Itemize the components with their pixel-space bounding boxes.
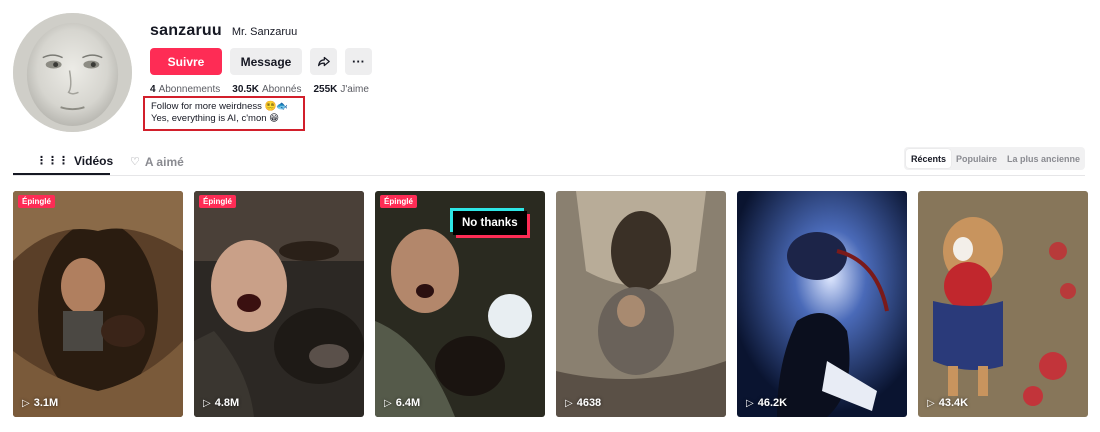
stat-value: 30.5K: [232, 84, 259, 95]
video-card[interactable]: Épinglé No thanks ▷ 6.4M: [375, 191, 545, 417]
stat-label: Abonnements: [158, 84, 221, 95]
bio-highlight-box: Follow for more weirdness 😵‍💫🐟 Yes, ever…: [143, 96, 305, 131]
view-count-value: 6.4M: [395, 397, 421, 409]
tab-label: Vidéos: [74, 153, 114, 168]
view-count: ▷ 4.8M: [203, 397, 239, 409]
video-card[interactable]: Épinglé ▷ 3.1M: [13, 191, 183, 417]
play-icon: ▷: [22, 397, 30, 409]
play-icon: ▷: [746, 397, 754, 409]
sort-segmented-control: Récents Populaire La plus ancienne: [904, 147, 1085, 170]
stat-value: 255K: [313, 84, 338, 95]
video-thumbnail: [918, 191, 1088, 417]
video-thumbnail: [737, 191, 907, 417]
view-count: ▷ 6.4M: [384, 397, 420, 409]
stat-following[interactable]: 4 Abonnements: [150, 84, 220, 95]
video-card[interactable]: ▷ 46.2K: [737, 191, 907, 417]
heart-lock-icon: ♡: [130, 156, 140, 168]
play-icon: ▷: [565, 397, 573, 409]
video-card[interactable]: ▷ 43.4K: [918, 191, 1088, 417]
view-count-value: 4638: [576, 397, 602, 409]
more-button[interactable]: ···: [345, 48, 372, 75]
video-card[interactable]: ▷ 4638: [556, 191, 726, 417]
video-thumbnail: [556, 191, 726, 417]
view-count: ▷ 3.1M: [22, 397, 58, 409]
nickname: Mr. Sanzaruu: [231, 26, 298, 38]
user-row: sanzaruu Mr. Sanzaruu: [150, 22, 297, 40]
profile-stats: 4 Abonnements 30.5K Abonnés 255K J'aime: [150, 84, 369, 95]
view-count: ▷ 43.4K: [927, 397, 968, 409]
grid-icon: ⋮⋮⋮: [36, 155, 69, 167]
bio-line: Yes, everything is AI, c'mon 😁: [151, 113, 280, 124]
pinned-badge: Épinglé: [199, 195, 236, 208]
sort-oldest[interactable]: La plus ancienne: [1002, 149, 1085, 168]
tab-liked[interactable]: ♡ A aimé: [130, 148, 184, 175]
view-count-value: 43.4K: [938, 397, 969, 409]
video-card[interactable]: Épinglé ▷ 4.8M: [194, 191, 364, 417]
stat-followers[interactable]: 30.5K Abonnés: [232, 84, 301, 95]
stat-label: Abonnés: [261, 84, 302, 95]
pinned-badge: Épinglé: [380, 195, 417, 208]
share-arrow-icon: [317, 55, 330, 68]
share-button[interactable]: [310, 48, 337, 75]
sort-popular[interactable]: Populaire: [951, 149, 1002, 168]
view-count-value: 4.8M: [214, 397, 240, 409]
play-icon: ▷: [384, 397, 392, 409]
stat-likes: 255K J'aime: [313, 84, 369, 95]
video-thumbnail: [194, 191, 364, 417]
tab-label: A aimé: [144, 154, 184, 169]
view-count: ▷ 4638: [565, 397, 601, 409]
video-thumbnail: [13, 191, 183, 417]
sort-recent[interactable]: Récents: [906, 149, 952, 168]
play-icon: ▷: [203, 397, 211, 409]
more-dots-icon: ···: [352, 54, 365, 69]
follow-button[interactable]: Suivre: [150, 48, 222, 75]
play-icon: ▷: [927, 397, 935, 409]
video-grid: Épinglé ▷ 3.1M Épinglé ▷ 4.8M Épinglé No…: [13, 191, 1088, 417]
view-count-value: 3.1M: [33, 397, 59, 409]
tab-videos[interactable]: ⋮⋮⋮ Vidéos: [13, 148, 114, 175]
username: sanzaruu: [150, 22, 222, 39]
avatar[interactable]: [13, 13, 132, 132]
profile-actions: Suivre Message ···: [150, 48, 372, 75]
video-overlay-caption: No thanks: [453, 211, 527, 235]
pinned-badge: Épinglé: [18, 195, 55, 208]
stat-value: 4: [150, 84, 156, 95]
bio-line: Follow for more weirdness 😵‍💫🐟: [151, 101, 289, 112]
view-count: ▷ 46.2K: [746, 397, 787, 409]
view-count-value: 46.2K: [757, 397, 788, 409]
stat-label: J'aime: [340, 84, 369, 95]
message-button[interactable]: Message: [230, 48, 302, 75]
